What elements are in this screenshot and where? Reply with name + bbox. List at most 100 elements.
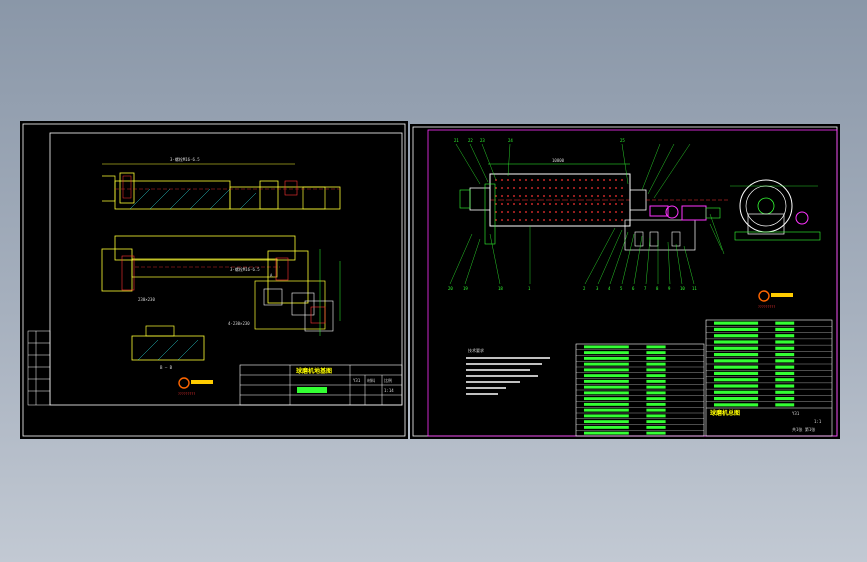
drum-bolt-dot bbox=[579, 195, 581, 197]
drum-bolt-dot bbox=[525, 219, 527, 221]
drum-bolt-dot bbox=[507, 219, 509, 221]
drum-bolt-dot bbox=[513, 211, 515, 213]
drum-bolt-dot bbox=[603, 187, 605, 189]
drum-bolt-dot bbox=[609, 203, 611, 205]
drum-bolt-dot bbox=[579, 203, 581, 205]
drum-bolt-dot bbox=[573, 195, 575, 197]
drum-bolt-dot bbox=[549, 219, 551, 221]
drum-bolt-dot bbox=[543, 203, 545, 205]
parts-row-name-bar bbox=[584, 391, 629, 395]
drum-bolt-dot bbox=[579, 187, 581, 189]
tb-right-sheet: 共1张 第1张 bbox=[792, 426, 815, 432]
balloon-number: 2 bbox=[583, 286, 586, 291]
drum-bolt-dot bbox=[615, 219, 617, 221]
drum-bolt-dot bbox=[507, 187, 509, 189]
tb-col3: 比例 bbox=[384, 377, 392, 383]
drum-bolt-dot bbox=[621, 203, 623, 205]
parts-row-name-bar bbox=[584, 368, 629, 372]
drum-bolt-dot bbox=[567, 179, 569, 181]
drum-bolt-dot bbox=[561, 203, 563, 205]
parts-row-name-bar bbox=[714, 371, 759, 375]
balloon-number: 8 bbox=[656, 286, 659, 291]
parts-row-spec-bar bbox=[775, 403, 795, 407]
drum-bolt-dot bbox=[609, 187, 611, 189]
parts-row-name-bar bbox=[584, 351, 629, 355]
drum-bolt-dot bbox=[591, 195, 593, 197]
drum-bolt-dot bbox=[549, 211, 551, 213]
parts-row-name-bar bbox=[714, 365, 759, 369]
dim-top-text: 3-螺栓M16-6.5 bbox=[170, 156, 200, 162]
drum-bolt-dot bbox=[603, 195, 605, 197]
drum-bolt-dot bbox=[603, 219, 605, 221]
drum-bolt-dot bbox=[549, 179, 551, 181]
drum-bolt-dot bbox=[531, 187, 533, 189]
parts-row-name-bar bbox=[584, 397, 629, 401]
parts-row-name-bar bbox=[714, 334, 759, 338]
parts-row-name-bar bbox=[714, 327, 759, 331]
drum-bolt-dot bbox=[573, 219, 575, 221]
parts-row-name-bar bbox=[714, 403, 759, 407]
parts-row-name-bar bbox=[584, 379, 629, 383]
balloon-number: 20 bbox=[448, 286, 453, 291]
drum-bolt-dot bbox=[537, 195, 539, 197]
drum-bolt-dot bbox=[543, 179, 545, 181]
assembly-drawing: 10800 20 19 18 1 2 3 4 5 6 7 8 9 10 1121… bbox=[412, 126, 838, 437]
drum-bolt-dot bbox=[597, 219, 599, 221]
parts-row-name-bar bbox=[584, 385, 629, 389]
parts-row-spec-bar bbox=[646, 408, 666, 412]
drum-bolt-dot bbox=[525, 211, 527, 213]
drum-bolt-dot bbox=[561, 219, 563, 221]
drum-bolt-dot bbox=[501, 219, 503, 221]
parts-row-name-bar bbox=[584, 362, 629, 366]
parts-list-left bbox=[575, 343, 705, 437]
drum-bolt-dot bbox=[567, 211, 569, 213]
mill-drum bbox=[459, 173, 647, 245]
drum-bolt-dot bbox=[561, 211, 563, 213]
parts-row-name-bar bbox=[714, 346, 759, 350]
drum-bolt-dot bbox=[531, 203, 533, 205]
balloon-number: 7 bbox=[644, 286, 647, 291]
balloon-number: 3 bbox=[596, 286, 599, 291]
drum-bolt-dot bbox=[519, 203, 521, 205]
drum-bolt-dot bbox=[621, 211, 623, 213]
tb-right-col4: 1:1 bbox=[814, 419, 822, 424]
parts-row-spec-bar bbox=[646, 431, 666, 435]
inner-frame bbox=[49, 132, 403, 406]
drum-bolt-dot bbox=[543, 211, 545, 213]
drum-bolt-dot bbox=[519, 195, 521, 197]
drum-bolt-dot bbox=[531, 211, 533, 213]
drum-bolt-dot bbox=[591, 211, 593, 213]
drum-bolt-dot bbox=[591, 219, 593, 221]
drum-bolt-dot bbox=[543, 187, 545, 189]
drum-bolt-dot bbox=[591, 203, 593, 205]
drum-bolt-dot bbox=[519, 179, 521, 181]
drum-bolt-dot bbox=[567, 187, 569, 189]
drum-bolt-dot bbox=[507, 211, 509, 213]
section-bb: B — B bbox=[131, 325, 205, 370]
drum-bolt-dot bbox=[519, 219, 521, 221]
parts-row-name-bar bbox=[714, 378, 759, 382]
parts-row-spec-bar bbox=[646, 385, 666, 389]
dim-small-1: 230×230 bbox=[138, 297, 155, 302]
parts-row-name-bar bbox=[714, 359, 759, 363]
drum-bolt-dot bbox=[579, 179, 581, 181]
balloon-number: 6 bbox=[632, 286, 635, 291]
drum-bolt-dot bbox=[537, 211, 539, 213]
drum-bolt-dot bbox=[597, 211, 599, 213]
parts-row-name-bar bbox=[714, 397, 759, 401]
balloon-numbers: 20 19 18 1 2 3 4 5 6 7 8 9 10 1121 22 23 24 25 bbox=[448, 138, 697, 291]
drum-bolt-dot bbox=[573, 211, 575, 213]
dim-length: 10800 bbox=[552, 158, 565, 163]
drum-bolt-dot bbox=[621, 195, 623, 197]
dim-small-2: 4-230×230 bbox=[228, 321, 250, 326]
drum-bolt-dot bbox=[531, 195, 533, 197]
drum-bolt-dot bbox=[513, 203, 515, 205]
parts-row-spec-bar bbox=[775, 321, 795, 325]
drum-bolt-dot bbox=[597, 187, 599, 189]
tb-col2: 材料 bbox=[367, 377, 375, 383]
drum-bolt-dot bbox=[507, 179, 509, 181]
drum-bolt-dot bbox=[531, 219, 533, 221]
parts-row-name-bar bbox=[584, 420, 629, 424]
drum-bolt-dot bbox=[495, 219, 497, 221]
drum-bolt-dot bbox=[579, 211, 581, 213]
